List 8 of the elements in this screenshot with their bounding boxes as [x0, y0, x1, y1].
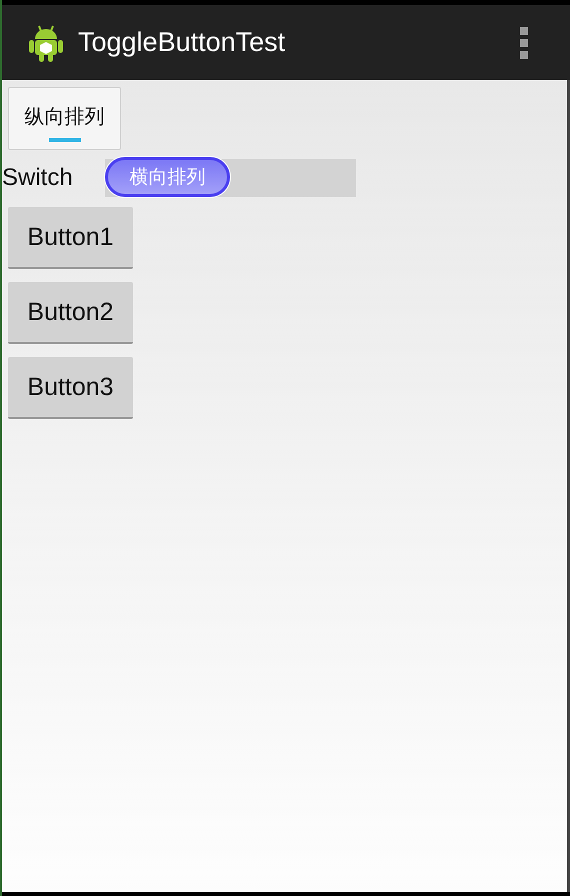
button[interactable]: Button2: [8, 282, 133, 344]
button[interactable]: Button3: [8, 357, 133, 419]
button[interactable]: Button1: [8, 207, 133, 269]
android-robot-icon: [26, 22, 66, 62]
app-title: ToggleButtonTest: [78, 27, 286, 58]
switch-label: Switch: [2, 164, 74, 192]
toggle-button[interactable]: 纵向排列: [8, 87, 121, 150]
overflow-menu-icon[interactable]: [520, 26, 528, 58]
